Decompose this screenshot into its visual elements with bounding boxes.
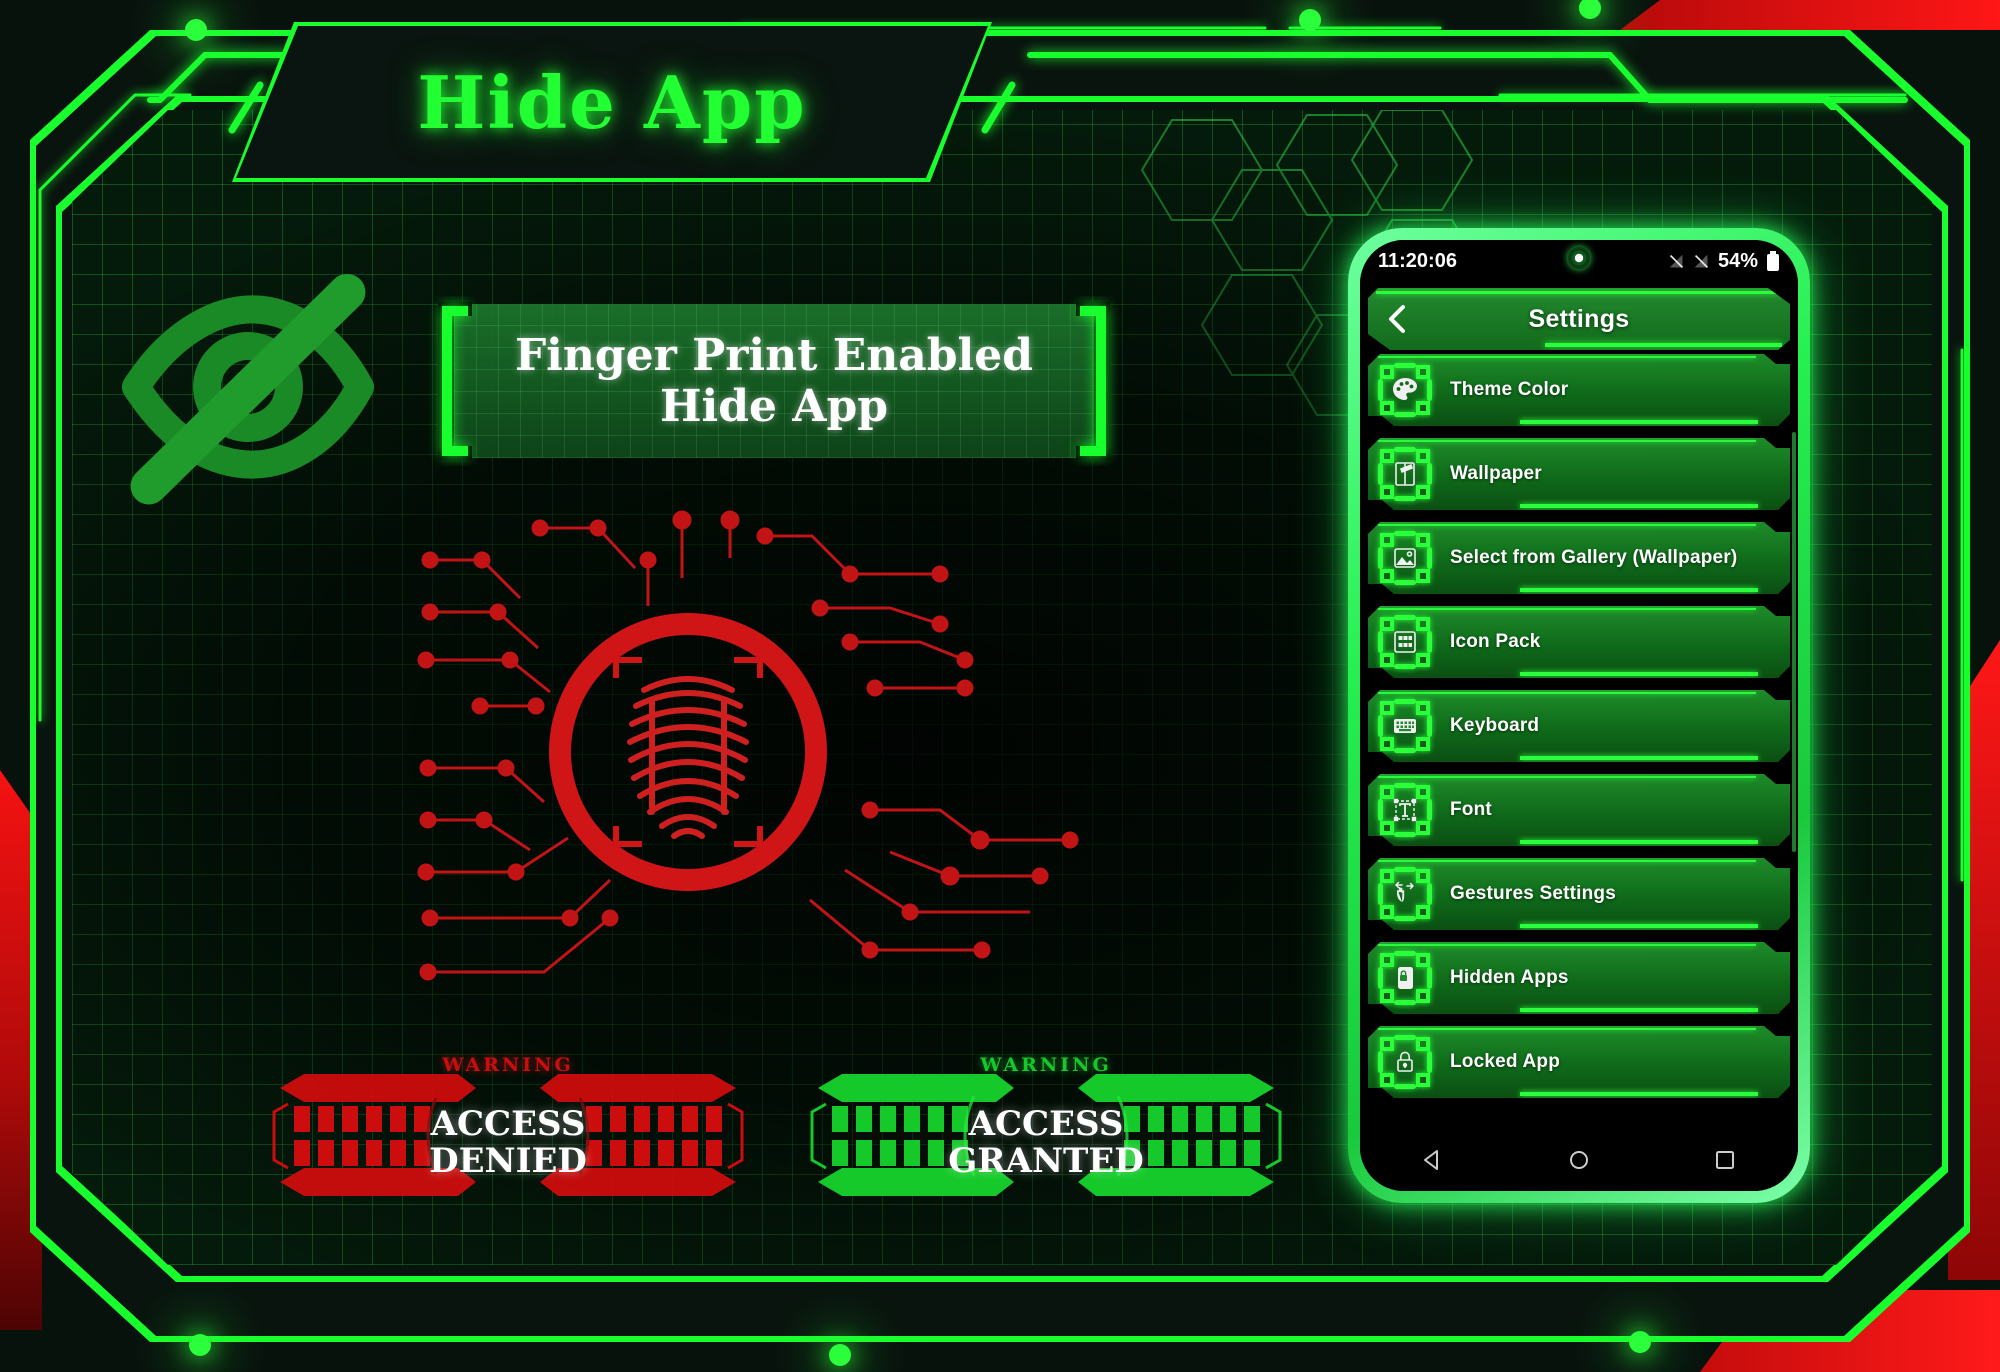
- banner-line-1: Finger Print Enabled: [514, 329, 1034, 381]
- battery-icon: [1767, 251, 1779, 271]
- settings-item-keyboard[interactable]: Keyboard: [1368, 690, 1790, 762]
- phone-content: Settings Theme Color Wallpaper Select fr…: [1360, 282, 1798, 1191]
- settings-item-label: Icon Pack: [1450, 631, 1541, 652]
- warning-label: WARNING: [442, 1054, 574, 1076]
- badge-text: ACCESS GRANTED: [796, 1104, 1296, 1182]
- settings-item-label: Select from Gallery (Wallpaper): [1450, 547, 1738, 568]
- fingerprint-enabled-banner: Finger Print Enabled Hide App: [424, 296, 1124, 466]
- front-camera-icon: [1568, 247, 1590, 269]
- icon-frame: [1380, 701, 1430, 751]
- status-time: 11:20:06: [1378, 249, 1457, 272]
- eye-off-icon: [118, 262, 378, 512]
- icon-frame: [1380, 785, 1430, 835]
- settings-item-icon-pack[interactable]: Icon Pack: [1368, 606, 1790, 678]
- status-badge-access-denied: WARNING ACCESS DENIED: [258, 1054, 758, 1210]
- page-title: Hide App: [417, 59, 807, 145]
- settings-item-wallpaper[interactable]: Wallpaper: [1368, 438, 1790, 510]
- phone-mockup: 11:20:06 54% Settings Theme Color Wallpa…: [1348, 228, 1810, 1203]
- android-nav-bar: [1360, 1133, 1798, 1191]
- icon-frame: [1380, 533, 1430, 583]
- phone-screen: 11:20:06 54% Settings Theme Color Wallpa…: [1360, 240, 1798, 1191]
- battery-percent: 54%: [1717, 249, 1758, 272]
- settings-item-font[interactable]: Font: [1368, 774, 1790, 846]
- icon-frame: [1380, 869, 1430, 919]
- chevron-left-icon[interactable]: [1386, 303, 1408, 335]
- status-badge-access-granted: WARNING ACCESS GRANTED: [796, 1054, 1296, 1210]
- back-triangle-icon[interactable]: [1420, 1147, 1446, 1178]
- gesture-icon: [1389, 878, 1421, 910]
- title-banner: Hide App: [236, 26, 988, 178]
- red-accent-top-right: [1620, 0, 2000, 30]
- list-scrollbar[interactable]: [1792, 432, 1796, 852]
- settings-item-label: Theme Color: [1450, 379, 1569, 400]
- keyboard-icon: [1389, 710, 1421, 742]
- badge-line-2: GRANTED: [948, 1141, 1144, 1182]
- image-icon: [1389, 542, 1421, 574]
- home-circle-icon[interactable]: [1566, 1147, 1592, 1178]
- icon-frame: [1380, 449, 1430, 499]
- warning-label: WARNING: [980, 1054, 1112, 1076]
- recents-square-icon[interactable]: [1712, 1147, 1738, 1178]
- app-root: Hide App Finger Print Enabled Hide App W…: [0, 0, 2000, 1372]
- icon-frame: [1380, 617, 1430, 667]
- settings-item-label: Hidden Apps: [1450, 967, 1569, 988]
- settings-item-label: Keyboard: [1450, 715, 1540, 736]
- font-icon: [1389, 794, 1421, 826]
- settings-list[interactable]: Theme Color Wallpaper Select from Galler…: [1360, 354, 1798, 1191]
- signal-off-icon: [1669, 254, 1684, 268]
- settings-item-select-from-gallery[interactable]: Select from Gallery (Wallpaper): [1368, 522, 1790, 594]
- badge-line-2: DENIED: [429, 1141, 587, 1182]
- settings-item-label: Gestures Settings: [1450, 883, 1617, 904]
- wallpaper-icon: [1389, 458, 1421, 490]
- fingerprint-scanner-icon: [417, 510, 1120, 1030]
- settings-header: Settings: [1368, 288, 1790, 350]
- badge-line-1: ACCESS: [968, 1104, 1124, 1144]
- settings-item-label: Wallpaper: [1450, 463, 1542, 484]
- badge-line-1: ACCESS: [430, 1104, 586, 1144]
- settings-item-theme-color[interactable]: Theme Color: [1368, 354, 1790, 426]
- icon-frame: [1380, 365, 1430, 415]
- phone-notch: [1533, 240, 1625, 276]
- settings-item-label: Locked App: [1450, 1051, 1561, 1072]
- settings-item-hidden-apps[interactable]: Hidden Apps: [1368, 942, 1790, 1014]
- phone-lock-icon: [1389, 962, 1421, 994]
- badge-text: ACCESS DENIED: [258, 1104, 758, 1182]
- settings-item-locked-app[interactable]: Locked App: [1368, 1026, 1790, 1098]
- banner-line-2: Hide App: [659, 381, 889, 432]
- banner-text: Finger Print Enabled Hide App: [424, 296, 1124, 466]
- settings-title: Settings: [1528, 304, 1630, 333]
- lock-icon: [1389, 1046, 1421, 1078]
- signal-off-icon: [1694, 254, 1709, 268]
- settings-item-label: Font: [1450, 799, 1492, 820]
- icon-frame: [1380, 953, 1430, 1003]
- icon-frame: [1380, 1037, 1430, 1087]
- grid-icon: [1389, 626, 1421, 658]
- settings-item-gestures-settings[interactable]: Gestures Settings: [1368, 858, 1790, 930]
- palette-icon: [1389, 374, 1421, 406]
